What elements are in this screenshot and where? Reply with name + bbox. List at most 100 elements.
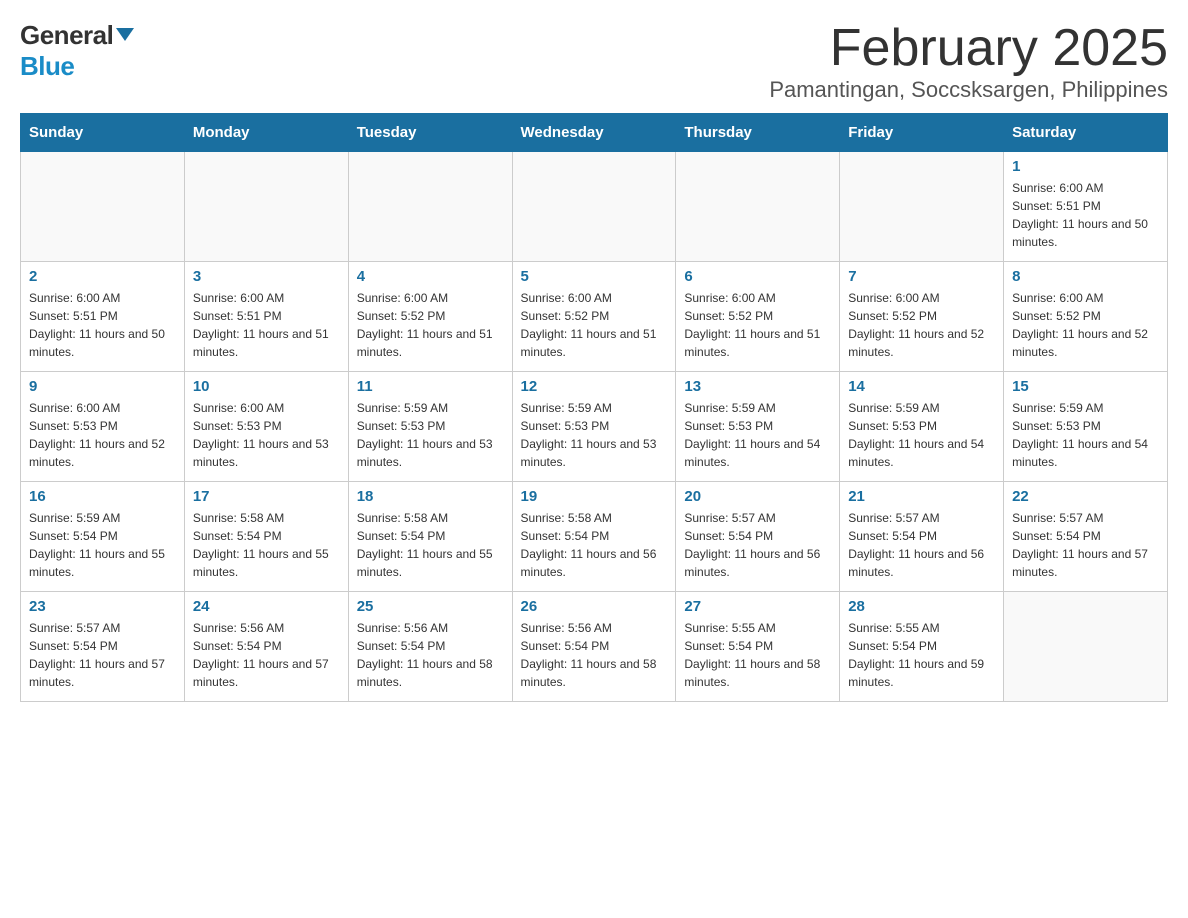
- calendar-day-cell: 8 Sunrise: 6:00 AM Sunset: 5:52 PM Daylig…: [1004, 262, 1168, 372]
- day-number: 11: [357, 378, 504, 395]
- day-number: 13: [684, 378, 831, 395]
- day-info: Sunrise: 5:56 AM Sunset: 5:54 PM Dayligh…: [193, 619, 340, 691]
- day-number: 4: [357, 268, 504, 285]
- calendar-week-row: 23Sunrise: 5:57 AM Sunset: 5:54 PM Dayli…: [21, 592, 1168, 702]
- header-wednesday: Wednesday: [512, 114, 676, 152]
- day-number: 28: [848, 598, 995, 615]
- day-number: 2: [29, 268, 176, 285]
- day-info: Sunrise: 5:59 AM Sunset: 5:53 PM Dayligh…: [848, 399, 995, 471]
- day-number: 8: [1012, 268, 1159, 285]
- calendar-day-cell: [840, 152, 1004, 262]
- day-info: Sunrise: 5:56 AM Sunset: 5:54 PM Dayligh…: [521, 619, 668, 691]
- day-number: 10: [193, 378, 340, 395]
- day-info: Sunrise: 6:00 AM Sunset: 5:52 PM Dayligh…: [684, 289, 831, 361]
- header-saturday: Saturday: [1004, 114, 1168, 152]
- calendar-header: Sunday Monday Tuesday Wednesday Thursday…: [21, 114, 1168, 152]
- day-info: Sunrise: 6:00 AM Sunset: 5:53 PM Dayligh…: [29, 399, 176, 471]
- day-number: 1: [1012, 158, 1159, 175]
- day-info: Sunrise: 5:59 AM Sunset: 5:54 PM Dayligh…: [29, 509, 176, 581]
- calendar-week-row: 9 Sunrise: 6:00 AM Sunset: 5:53 PM Daylig…: [21, 372, 1168, 482]
- calendar-day-cell: [1004, 592, 1168, 702]
- calendar-day-cell: 13 Sunrise: 5:59 AM Sunset: 5:53 PM Dayli…: [676, 372, 840, 482]
- page-header: General Blue February 2025 Pamantingan, …: [20, 20, 1168, 103]
- calendar-day-cell: 19 Sunrise: 5:58 AM Sunset: 5:54 PM Dayli…: [512, 482, 676, 592]
- day-number: 24: [193, 598, 340, 615]
- day-info: Sunrise: 5:59 AM Sunset: 5:53 PM Dayligh…: [1012, 399, 1159, 471]
- day-number: 20: [684, 488, 831, 505]
- calendar-day-cell: 10 Sunrise: 6:00 AM Sunset: 5:53 PM Dayli…: [184, 372, 348, 482]
- calendar-day-cell: 24 Sunrise: 5:56 AM Sunset: 5:54 PM Dayli…: [184, 592, 348, 702]
- calendar-day-cell: 22 Sunrise: 5:57 AM Sunset: 5:54 PM Dayli…: [1004, 482, 1168, 592]
- day-info: Sunrise: 5:58 AM Sunset: 5:54 PM Dayligh…: [357, 509, 504, 581]
- day-number: 14: [848, 378, 995, 395]
- day-info: Sunrise: 5:58 AM Sunset: 5:54 PM Dayligh…: [521, 509, 668, 581]
- calendar-table: Sunday Monday Tuesday Wednesday Thursday…: [20, 113, 1168, 702]
- logo-general: General: [20, 20, 134, 51]
- page-subtitle: Pamantingan, Soccsksargen, Philippines: [769, 77, 1168, 103]
- calendar-day-cell: 4 Sunrise: 6:00 AM Sunset: 5:52 PM Daylig…: [348, 262, 512, 372]
- calendar-day-cell: 28 Sunrise: 5:55 AM Sunset: 5:54 PM Dayli…: [840, 592, 1004, 702]
- calendar-day-cell: 9 Sunrise: 6:00 AM Sunset: 5:53 PM Daylig…: [21, 372, 185, 482]
- day-info: Sunrise: 6:00 AM Sunset: 5:52 PM Dayligh…: [1012, 289, 1159, 361]
- day-info: Sunrise: 5:55 AM Sunset: 5:54 PM Dayligh…: [848, 619, 995, 691]
- day-info: Sunrise: 6:00 AM Sunset: 5:51 PM Dayligh…: [193, 289, 340, 361]
- calendar-week-row: 2 Sunrise: 6:00 AM Sunset: 5:51 PM Daylig…: [21, 262, 1168, 372]
- calendar-day-cell: 25 Sunrise: 5:56 AM Sunset: 5:54 PM Dayli…: [348, 592, 512, 702]
- day-number: 27: [684, 598, 831, 615]
- day-info: Sunrise: 6:00 AM Sunset: 5:52 PM Dayligh…: [357, 289, 504, 361]
- calendar-day-cell: 21 Sunrise: 5:57 AM Sunset: 5:54 PM Dayli…: [840, 482, 1004, 592]
- day-number: 5: [521, 268, 668, 285]
- day-info: Sunrise: 5:59 AM Sunset: 5:53 PM Dayligh…: [521, 399, 668, 471]
- calendar-day-cell: 14 Sunrise: 5:59 AM Sunset: 5:53 PM Dayli…: [840, 372, 1004, 482]
- day-number: 23: [29, 598, 176, 615]
- calendar-day-cell: [184, 152, 348, 262]
- calendar-day-cell: 27 Sunrise: 5:55 AM Sunset: 5:54 PM Dayli…: [676, 592, 840, 702]
- day-info: Sunrise: 5:56 AM Sunset: 5:54 PM Dayligh…: [357, 619, 504, 691]
- header-tuesday: Tuesday: [348, 114, 512, 152]
- day-info: Sunrise: 5:59 AM Sunset: 5:53 PM Dayligh…: [684, 399, 831, 471]
- day-info: Sunrise: 6:00 AM Sunset: 5:52 PM Dayligh…: [848, 289, 995, 361]
- day-info: Sunrise: 5:57 AM Sunset: 5:54 PM Dayligh…: [848, 509, 995, 581]
- calendar-day-cell: 11 Sunrise: 5:59 AM Sunset: 5:53 PM Dayli…: [348, 372, 512, 482]
- calendar-day-cell: 17Sunrise: 5:58 AM Sunset: 5:54 PM Dayli…: [184, 482, 348, 592]
- weekday-header-row: Sunday Monday Tuesday Wednesday Thursday…: [21, 114, 1168, 152]
- logo-triangle-icon: [116, 28, 134, 41]
- day-number: 19: [521, 488, 668, 505]
- day-number: 22: [1012, 488, 1159, 505]
- day-number: 9: [29, 378, 176, 395]
- calendar-day-cell: 23Sunrise: 5:57 AM Sunset: 5:54 PM Dayli…: [21, 592, 185, 702]
- day-info: Sunrise: 6:00 AM Sunset: 5:52 PM Dayligh…: [521, 289, 668, 361]
- header-sunday: Sunday: [21, 114, 185, 152]
- day-number: 25: [357, 598, 504, 615]
- calendar-day-cell: [348, 152, 512, 262]
- calendar-week-row: 16Sunrise: 5:59 AM Sunset: 5:54 PM Dayli…: [21, 482, 1168, 592]
- calendar-day-cell: 20 Sunrise: 5:57 AM Sunset: 5:54 PM Dayli…: [676, 482, 840, 592]
- calendar-day-cell: [676, 152, 840, 262]
- calendar-day-cell: 5 Sunrise: 6:00 AM Sunset: 5:52 PM Daylig…: [512, 262, 676, 372]
- day-info: Sunrise: 6:00 AM Sunset: 5:51 PM Dayligh…: [29, 289, 176, 361]
- day-number: 26: [521, 598, 668, 615]
- day-info: Sunrise: 5:59 AM Sunset: 5:53 PM Dayligh…: [357, 399, 504, 471]
- day-number: 21: [848, 488, 995, 505]
- calendar-body: 1 Sunrise: 6:00 AM Sunset: 5:51 PM Daylig…: [21, 152, 1168, 702]
- day-number: 12: [521, 378, 668, 395]
- day-info: Sunrise: 5:57 AM Sunset: 5:54 PM Dayligh…: [684, 509, 831, 581]
- day-info: Sunrise: 5:57 AM Sunset: 5:54 PM Dayligh…: [1012, 509, 1159, 581]
- calendar-day-cell: 2 Sunrise: 6:00 AM Sunset: 5:51 PM Daylig…: [21, 262, 185, 372]
- calendar-day-cell: 7 Sunrise: 6:00 AM Sunset: 5:52 PM Daylig…: [840, 262, 1004, 372]
- day-number: 15: [1012, 378, 1159, 395]
- logo-blue: Blue: [20, 51, 134, 82]
- day-info: Sunrise: 6:00 AM Sunset: 5:53 PM Dayligh…: [193, 399, 340, 471]
- header-monday: Monday: [184, 114, 348, 152]
- calendar-day-cell: 15 Sunrise: 5:59 AM Sunset: 5:53 PM Dayli…: [1004, 372, 1168, 482]
- day-number: 6: [684, 268, 831, 285]
- calendar-day-cell: 1Sunrise: 6:00 AM Sunset: 5:51 PM Daylig…: [1004, 152, 1168, 262]
- day-number: 3: [193, 268, 340, 285]
- day-info: Sunrise: 5:55 AM Sunset: 5:54 PM Dayligh…: [684, 619, 831, 691]
- calendar-day-cell: [512, 152, 676, 262]
- calendar-week-row: 1Sunrise: 6:00 AM Sunset: 5:51 PM Daylig…: [21, 152, 1168, 262]
- calendar-day-cell: [21, 152, 185, 262]
- day-number: 7: [848, 268, 995, 285]
- day-number: 17: [193, 488, 340, 505]
- calendar-day-cell: 6 Sunrise: 6:00 AM Sunset: 5:52 PM Daylig…: [676, 262, 840, 372]
